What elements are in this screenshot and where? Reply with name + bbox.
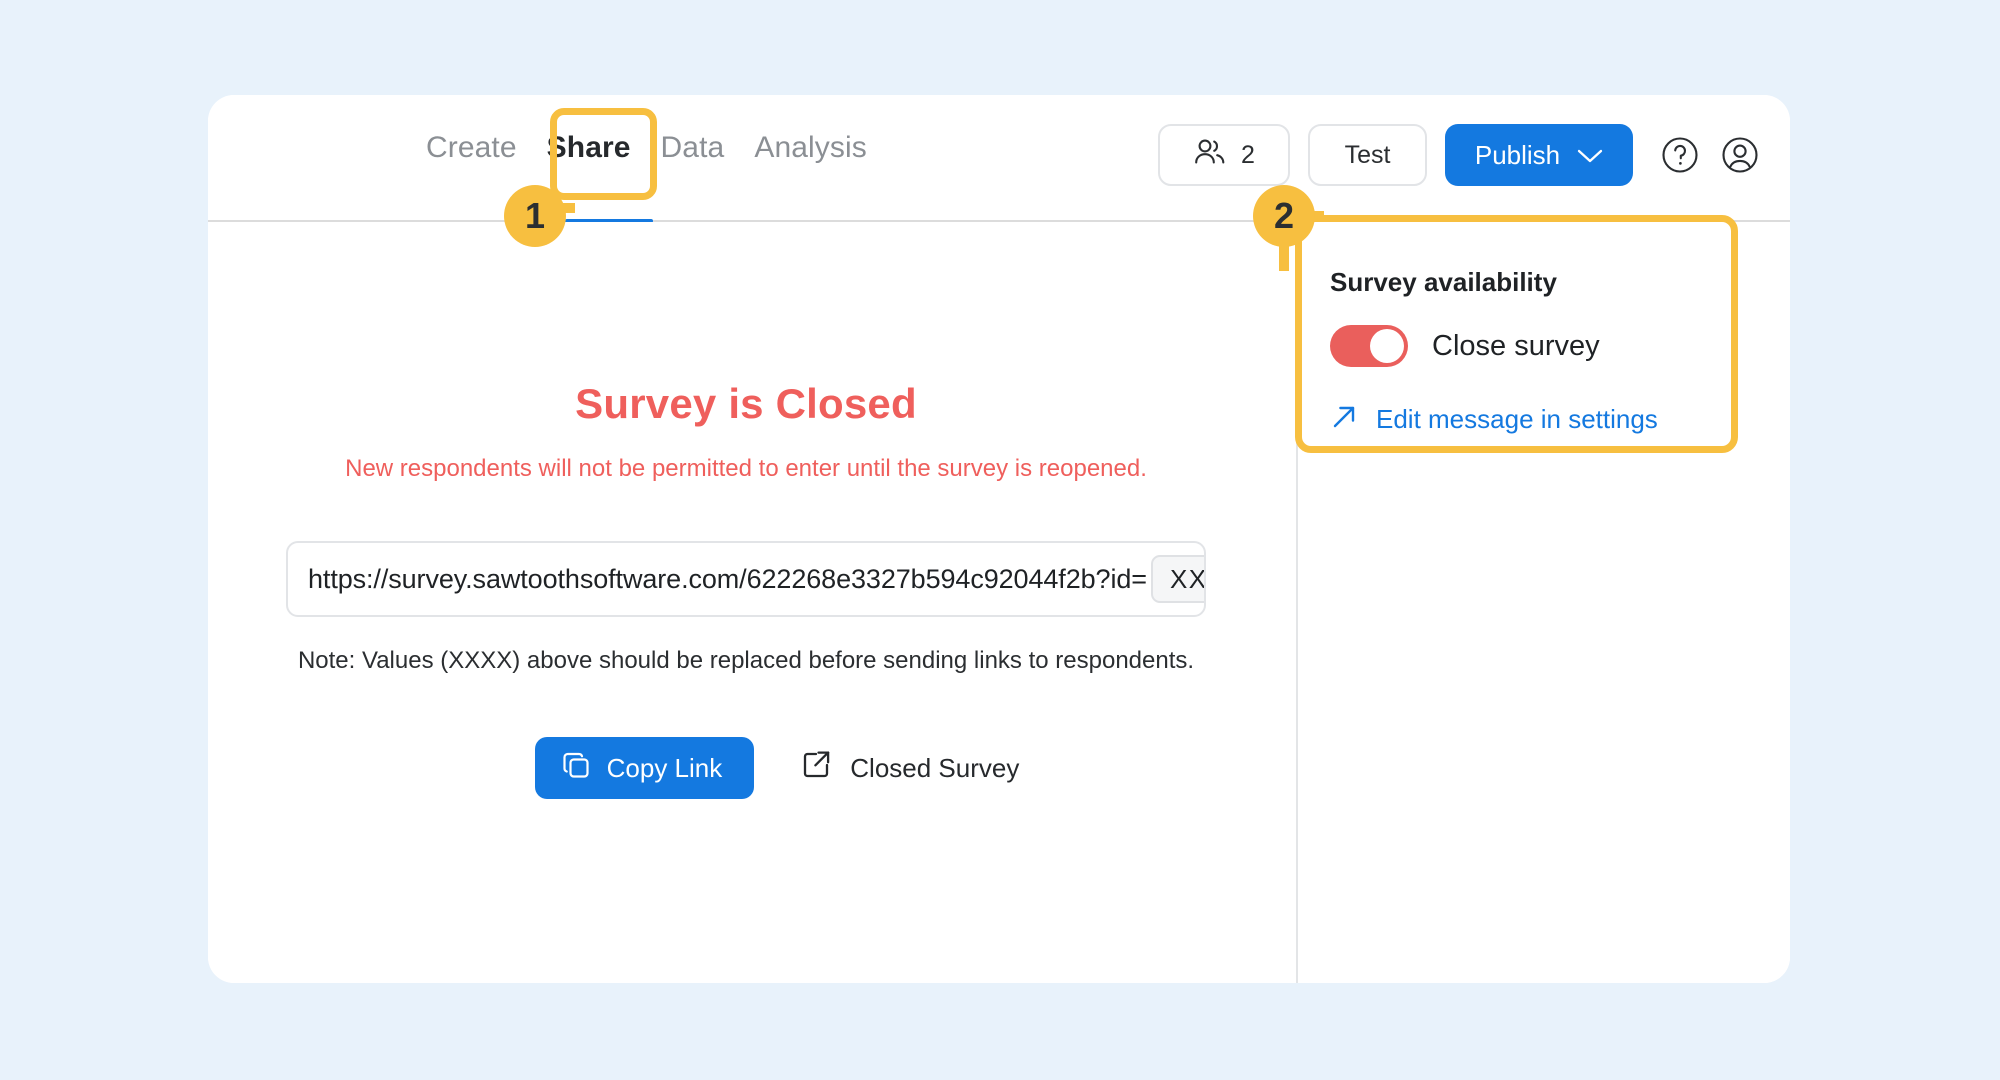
copy-icon [561,750,591,787]
test-button[interactable]: Test [1308,124,1427,186]
copy-link-label: Copy Link [606,752,723,783]
tab-share[interactable]: Share [547,128,631,168]
survey-availability-title: Survey availability [1330,267,1557,297]
survey-closed-subtitle: New respondents will not be permitted to… [345,455,1147,482]
survey-link-hint: Note: Values (XXXX) above should be repl… [297,647,1195,674]
app-header: Create Share Data Analysis 2 Test Publis… [208,95,1790,223]
edit-message-label: Edit message in settings [1376,404,1658,434]
respondents-count-value: 2 [1241,140,1255,169]
close-survey-toggle[interactable] [1330,325,1408,367]
help-circle-icon[interactable] [1659,134,1701,176]
toggle-knob [1370,329,1404,363]
publish-button-label: Publish [1474,139,1561,170]
close-survey-toggle-label: Close survey [1432,329,1600,362]
annotation-badge-2: 2 [1253,185,1315,247]
content-area: Survey is Closed New respondents will no… [208,222,1790,983]
header-actions: 2 Test Publish [1158,124,1761,186]
tab-data[interactable]: Data [661,128,725,168]
survey-link-token[interactable]: XXXX [1150,555,1204,603]
close-survey-toggle-row: Close survey [1330,325,1600,367]
tab-analysis[interactable]: Analysis [754,128,867,168]
respondents-count-button[interactable]: 2 [1158,124,1290,186]
people-icon [1193,137,1227,174]
chevron-down-icon [1577,140,1603,171]
arrow-up-right-icon [1330,403,1358,436]
survey-link-actions: Copy Link Closed Survey [208,737,1296,799]
edit-message-in-settings-link[interactable]: Edit message in settings [1330,403,1658,436]
closed-survey-preview-link[interactable]: Closed Survey [800,749,1019,788]
external-link-icon [800,749,832,788]
page-backdrop: Create Share Data Analysis 2 Test Publis… [0,0,2000,1080]
survey-closed-title: Survey is Closed [575,380,917,427]
tab-create[interactable]: Create [426,128,517,168]
publish-button[interactable]: Publish [1445,124,1633,186]
survey-preview-inner: Survey is Closed New respondents will no… [208,222,1296,799]
survey-link-field[interactable]: https://survey.sawtoothsoftware.com/6222… [286,541,1206,617]
main-navigation-tabs: Create Share Data Analysis [426,128,867,168]
user-circle-icon[interactable] [1719,134,1761,176]
survey-preview-pane: Survey is Closed New respondents will no… [208,222,1296,983]
copy-link-button[interactable]: Copy Link [534,737,755,799]
survey-availability-pane: Survey availability Close survey Edit me… [1298,222,1790,983]
closed-survey-label: Closed Survey [850,752,1020,783]
annotation-badge-1: 1 [504,185,566,247]
app-window-card: Create Share Data Analysis 2 Test Publis… [208,95,1790,983]
survey-link-prefix: https://survey.sawtoothsoftware.com/6222… [308,563,1147,594]
